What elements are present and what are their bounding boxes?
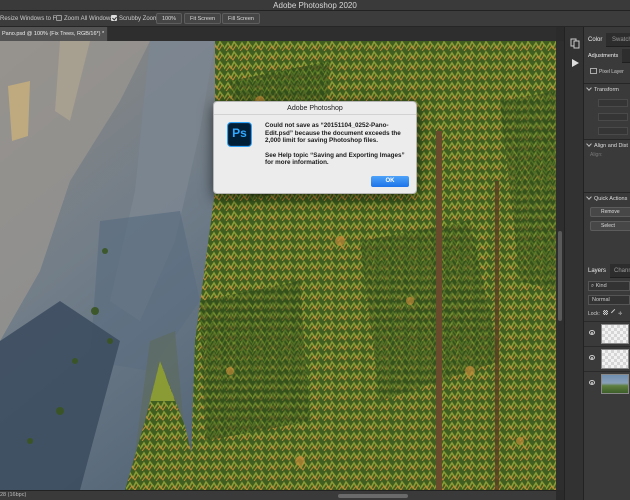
status-bar: 28 (16bpc) <box>0 490 556 500</box>
horizontal-scroll-thumb[interactable] <box>338 494 408 498</box>
properties-panel-tabs: Adjustments <box>584 49 630 63</box>
align-label: Align and Dist <box>594 143 628 149</box>
lock-transparency-icon[interactable] <box>603 310 609 315</box>
save-error-dialog: Adobe Photoshop Ps Could not save as “20… <box>213 101 417 194</box>
layer-row[interactable] <box>584 321 630 346</box>
ok-button[interactable]: OK <box>371 176 409 187</box>
eye-icon[interactable] <box>589 380 595 385</box>
tab-layers[interactable]: Layers <box>584 264 611 278</box>
tab-channels[interactable]: Channe <box>610 264 630 278</box>
tab-strip <box>108 27 556 41</box>
error-message: Could not save as “20151104_0252-Pano-Ed… <box>265 122 401 145</box>
layer-row[interactable] <box>584 346 630 371</box>
actions-play-icon[interactable] <box>569 57 581 69</box>
zoom-all-windows-label: Zoom All Windows <box>64 16 114 22</box>
resize-windows-label: Resize Windows to Fit <box>0 16 60 22</box>
layer-kind-filter[interactable]: ⌕ Kind <box>588 281 630 291</box>
zoom-all-windows-option[interactable]: Zoom All Windows <box>56 15 113 24</box>
photoshop-window: Adobe Photoshop 2020 Resize Windows to F… <box>0 0 630 500</box>
tab-adjustments[interactable]: Adjustments <box>584 49 623 63</box>
dialog-message: Could not save as “20151104_0252-Pano-Ed… <box>265 122 411 174</box>
vertical-scrollbar[interactable] <box>556 41 564 490</box>
zoom-100-button[interactable]: 100% <box>156 13 183 24</box>
remove-background-button[interactable]: Remove <box>590 207 630 217</box>
transform-h-field[interactable] <box>598 113 628 121</box>
color-panel-tabs: Color Swatch <box>584 33 630 47</box>
options-bar: Resize Windows to Fit Zoom All Windows S… <box>0 11 630 27</box>
scrubby-zoom-option[interactable]: Scrubby Zoom <box>111 15 158 24</box>
eye-icon[interactable] <box>589 355 595 360</box>
layer-row[interactable] <box>584 371 630 396</box>
lock-row: Lock: ✛ <box>588 308 622 318</box>
kind-filter-label: Kind <box>595 283 607 289</box>
document-tab-label: Pano.psd @ 100% (Fix Trees, RGB/16*) * <box>2 31 105 37</box>
lock-position-icon[interactable]: ✛ <box>618 311 622 317</box>
zoom-all-windows-checkbox[interactable] <box>56 15 62 21</box>
quick-actions-header[interactable]: Quick Actions <box>584 192 630 204</box>
layer-thumbnail <box>601 374 629 394</box>
scrubby-zoom-checkbox[interactable] <box>111 15 117 21</box>
search-icon: ⌕ <box>591 283 595 289</box>
pixel-layer-label: Pixel Layer <box>599 69 624 75</box>
photoshop-icon-text: Ps <box>232 126 247 140</box>
transform-label: Transform <box>594 87 619 93</box>
transform-w-field[interactable] <box>598 99 628 107</box>
vertical-scroll-thumb[interactable] <box>558 231 562 321</box>
layer-thumbnail <box>601 349 629 369</box>
transform-section-header[interactable]: Transform <box>584 83 630 95</box>
layers-panel-tabs: Layers Channe <box>584 264 630 278</box>
right-panels: Color Swatch Adjustments Pixel Layer Tra… <box>584 27 630 500</box>
document-tab[interactable]: Pano.psd @ 100% (Fix Trees, RGB/16*) * <box>0 27 108 41</box>
pixel-layer-icon <box>590 68 597 74</box>
align-section-header[interactable]: Align and Dist <box>584 139 630 151</box>
tab-color[interactable]: Color <box>584 33 607 47</box>
transform-fields <box>598 99 628 139</box>
blend-mode-select[interactable]: Normal <box>588 295 630 305</box>
chevron-down-icon <box>586 194 592 200</box>
quick-actions-label: Quick Actions <box>594 196 628 202</box>
eye-icon[interactable] <box>589 330 595 335</box>
doc-info: 28 (16bpc) <box>0 492 27 498</box>
select-subject-button[interactable]: Select <box>590 221 630 231</box>
fit-screen-button[interactable]: Fit Screen <box>184 13 222 24</box>
resize-windows-option[interactable]: Resize Windows to Fit <box>0 15 59 24</box>
fill-screen-button[interactable]: Fill Screen <box>222 13 260 24</box>
help-message: See Help topic “Saving and Exporting Ima… <box>265 151 405 167</box>
panel-icon-strip <box>564 27 584 500</box>
chevron-down-icon <box>586 85 592 91</box>
title-bar: Adobe Photoshop 2020 <box>0 0 630 11</box>
window-title: Adobe Photoshop 2020 <box>273 1 357 10</box>
chevron-down-icon <box>586 141 592 147</box>
photoshop-app-icon: Ps <box>227 122 252 147</box>
history-panel-icon[interactable] <box>569 37 581 49</box>
tab-swatches[interactable]: Swatch <box>608 33 630 47</box>
dialog-title: Adobe Photoshop <box>214 102 416 115</box>
transform-x-field[interactable] <box>598 127 628 135</box>
scrubby-zoom-label: Scrubby Zoom <box>119 16 159 22</box>
layer-thumbnail <box>601 324 629 344</box>
lock-label: Lock: <box>588 311 600 317</box>
align-sub-label: Align: <box>590 152 603 158</box>
lock-pixels-icon[interactable] <box>610 308 618 317</box>
pixel-layer-row: Pixel Layer <box>590 68 630 77</box>
